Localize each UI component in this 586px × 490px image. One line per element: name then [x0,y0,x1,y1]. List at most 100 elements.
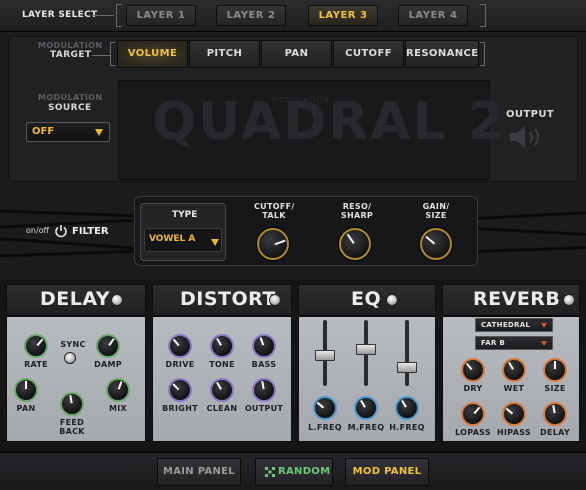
eq-enable-led[interactable] [386,294,398,306]
reverb-preset-1-value: CATHEDRAL [481,321,531,329]
mod-source-label: SOURCE [48,103,92,113]
sync-led[interactable] [64,352,76,364]
mix-label: MIX [108,404,127,413]
mid-freq-knob[interactable] [354,396,378,420]
delay-enable-led[interactable] [111,294,123,306]
delay-title: DELAY [40,288,111,310]
sync-label: SYNC [60,340,86,349]
mod-target-label: TARGET [50,50,92,60]
output-knob[interactable] [252,378,276,402]
reverb-preset-dropdown-2[interactable]: FAR B [475,336,553,350]
feedback-knob[interactable] [60,392,84,416]
clean-knob[interactable] [210,378,234,402]
bracket-right [480,4,486,27]
cable [477,227,586,236]
output-knob-label: OUTPUT [244,404,284,413]
reverb-preset-dropdown-1[interactable]: CATHEDRAL [475,318,553,332]
cutoff-knob-label: CUTOFF/ TALK [254,202,294,220]
high-eq-slider-track[interactable] [405,320,409,386]
mid-eq-slider-handle[interactable] [356,344,376,355]
wet-knob[interactable] [502,358,526,382]
label-line: CUTOFF/ [254,202,295,211]
filter-type-label: TYPE [172,210,198,220]
label-line: RESO/ [342,202,372,211]
tab-target-pitch[interactable]: PITCH [189,40,260,68]
delay-knob[interactable] [543,402,567,426]
label-line: SHARP [340,211,374,220]
mix-knob[interactable] [106,378,130,402]
size-label: SIZE [544,384,566,393]
clean-label: CLEAN [206,404,238,413]
damp-label: DAMP [94,360,122,369]
tab-target-resonance[interactable]: RESONANCE [405,40,479,68]
tab-target-pan[interactable]: PAN [261,40,332,68]
tone-label: TONE [209,360,235,369]
distort-title: DISTORT [180,288,276,310]
quadral-logo: QUADRAL 2 [152,92,506,152]
reverb-title: REVERB [473,288,561,310]
mod-target-small-label: MODULATION [38,41,103,50]
tone-knob[interactable] [210,334,234,358]
tab-layer-1[interactable]: LAYER 1 [126,5,196,26]
dry-knob[interactable] [461,358,485,382]
source-dropdown[interactable]: OFF [26,122,110,142]
bracket-right [480,42,485,66]
damp-knob[interactable] [96,334,120,358]
mid-freq-label: M.FREQ [347,423,385,432]
filter-type-value: VOWEL A [149,234,196,244]
power-icon[interactable] [54,224,68,238]
label-line: TALK [262,211,286,220]
drive-knob[interactable] [168,334,192,358]
tab-layer-3[interactable]: LAYER 3 [308,5,378,26]
bracket-left [110,42,115,66]
rate-knob[interactable] [24,334,48,358]
tab-target-cutoff[interactable]: CUTOFF [333,40,404,68]
hipass-knob[interactable] [502,402,526,426]
wet-label: WET [503,384,525,393]
reso-knob[interactable] [339,228,371,260]
source-value: OFF [32,126,55,137]
tab-target-volume[interactable]: VOLUME [117,40,188,68]
low-freq-knob[interactable] [313,396,337,420]
chevron-down-icon [95,129,103,136]
low-eq-slider-handle[interactable] [315,350,335,361]
filter-type-dropdown[interactable]: VOWEL A [144,228,222,252]
lopass-knob[interactable] [461,402,485,426]
dice-icon [265,467,275,477]
tab-layer-4[interactable]: LAYER 4 [398,5,468,26]
reverb-enable-led[interactable] [563,294,575,306]
tab-layer-2[interactable]: LAYER 2 [216,5,286,26]
cable [477,211,586,220]
high-freq-knob[interactable] [395,396,419,420]
chevron-down-icon [541,341,547,346]
chevron-down-icon [541,323,547,328]
bass-knob[interactable] [252,334,276,358]
speaker-icon [510,126,539,148]
feedback-label: FEED BACK [52,418,92,436]
distort-enable-led[interactable] [269,294,281,306]
drive-label: DRIVE [165,360,195,369]
dry-label: DRY [463,384,483,393]
pan-knob[interactable] [14,378,38,402]
reverb-preset-2-value: FAR B [481,339,506,347]
random-label: RANDOM [278,466,331,477]
filter-onoff-label: on/off [26,226,50,235]
high-eq-slider-handle[interactable] [397,362,417,373]
mod-panel-button[interactable]: MOD PANEL [345,458,429,486]
cable [0,249,141,258]
filter-label: FILTER [72,226,109,237]
gain-knob[interactable] [420,228,452,260]
eq-title: EQ [351,288,382,310]
delay-time-label: DELAY [540,428,570,437]
random-button[interactable]: RANDOM [255,458,333,486]
label-line: SIZE [425,211,447,220]
cable [0,237,140,250]
cable [477,246,586,253]
output-label: OUTPUT [506,109,555,120]
bright-label: BRIGHT [162,404,198,413]
size-knob[interactable] [543,358,567,382]
bright-knob[interactable] [168,378,192,402]
main-panel-button[interactable]: MAIN PANEL [157,458,241,486]
cable [0,218,140,229]
cutoff-knob[interactable] [257,228,289,260]
